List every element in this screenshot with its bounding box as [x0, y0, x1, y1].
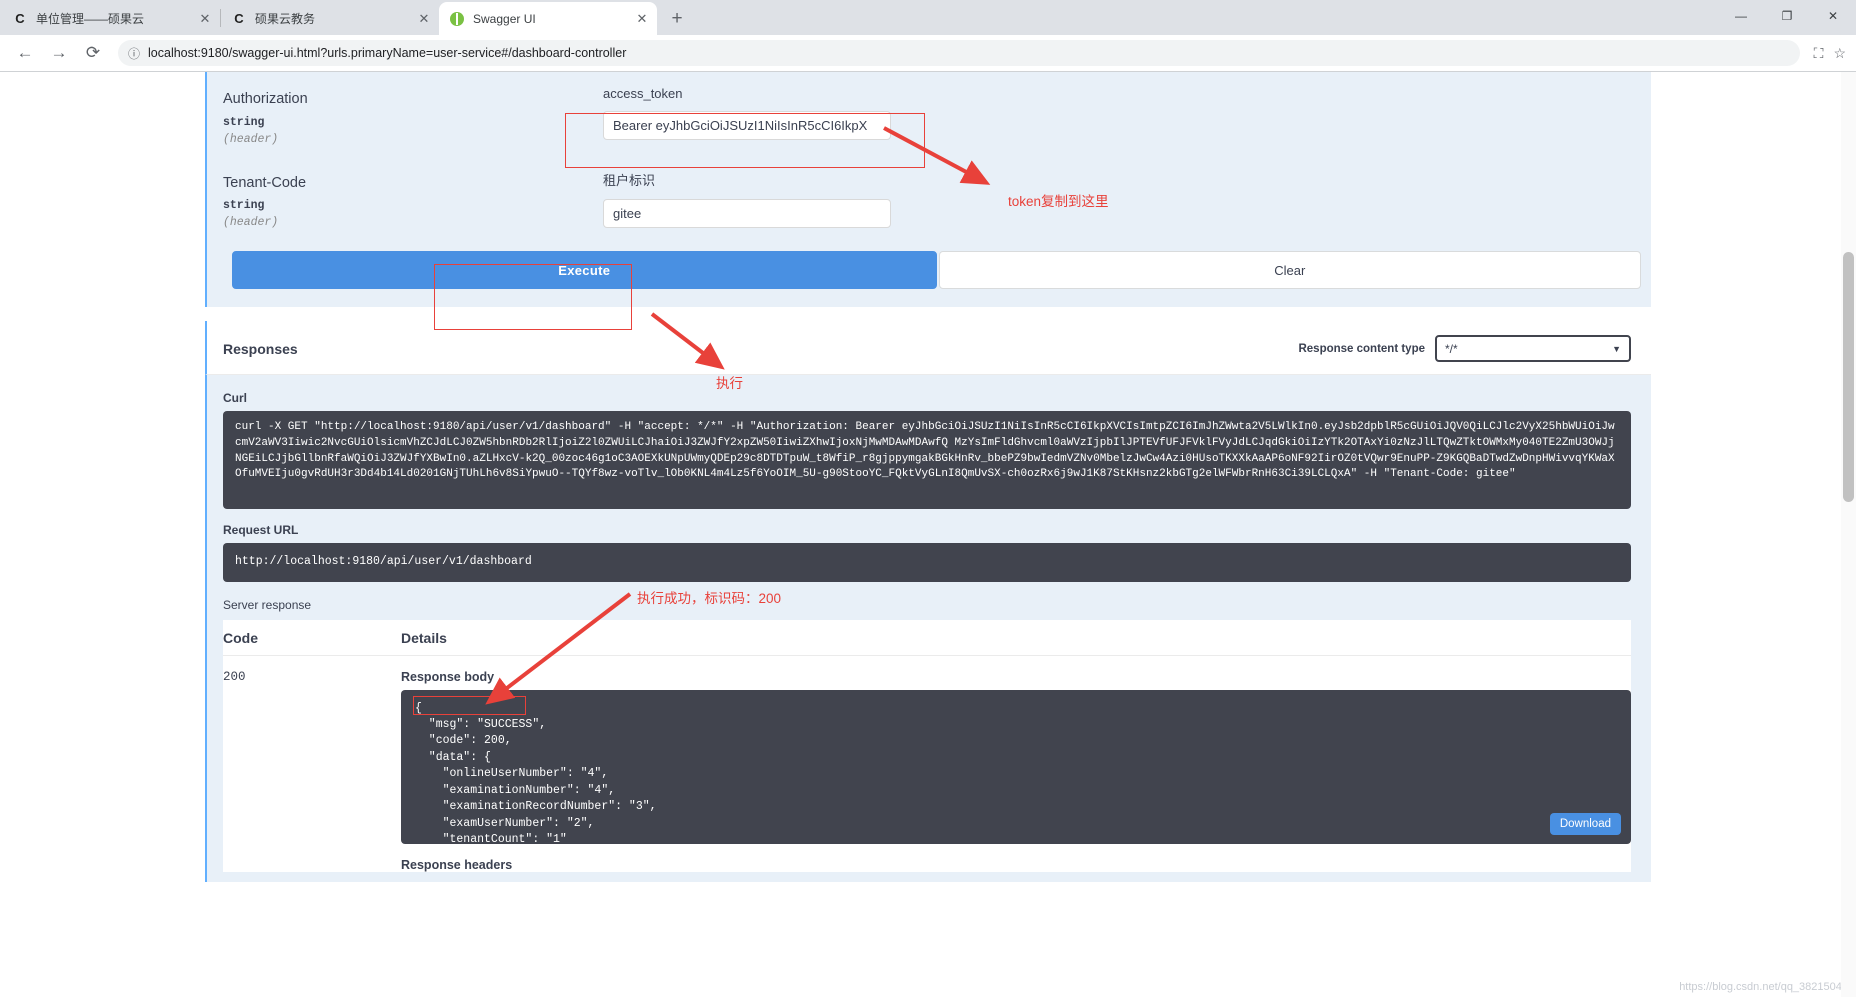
page-scrollbar[interactable]	[1841, 72, 1856, 997]
swagger-green-icon	[449, 11, 465, 27]
clear-button[interactable]: Clear	[938, 251, 1641, 290]
swagger-page: Authorization string (header) access_tok…	[0, 72, 1856, 997]
chevron-down-icon: ▼	[1612, 343, 1621, 354]
window-controls: — ❐ ✕	[1718, 0, 1856, 32]
parameter-meta: Authorization string (header)	[223, 84, 603, 146]
responses-header: Responses Response content type */* ▼	[205, 321, 1651, 376]
address-bar[interactable]: ⓘ localhost:9180/swagger-ui.html?urls.pr…	[118, 40, 1800, 66]
parameter-row-authorization: Authorization string (header) access_tok…	[223, 84, 1631, 150]
responses-title: Responses	[223, 340, 298, 357]
star-icon[interactable]: ☆	[1833, 45, 1846, 62]
close-icon[interactable]: ✕	[633, 10, 651, 28]
back-icon[interactable]: ←	[10, 38, 40, 68]
translate-icon[interactable]: ⛶	[1814, 45, 1824, 62]
authorization-input[interactable]	[603, 111, 891, 140]
browser-toolbar: ← → ⟳ ⓘ localhost:9180/swagger-ui.html?u…	[0, 35, 1856, 72]
parameter-name: Tenant-Code	[223, 174, 307, 191]
annotation-label-execute: 执行	[716, 376, 743, 391]
tenant-code-input[interactable]	[603, 198, 891, 228]
parameter-description: 租户标识	[603, 172, 656, 188]
parameter-location: (header)	[223, 216, 279, 230]
parameter-description: access_token	[603, 86, 683, 101]
reload-icon[interactable]: ⟳	[78, 38, 108, 68]
forward-icon[interactable]: →	[44, 38, 74, 68]
minimize-icon[interactable]: —	[1718, 0, 1764, 32]
curl-codeblock: curl -X GET "http://localhost:9180/api/u…	[223, 411, 1631, 510]
response-content-type-select[interactable]: */* ▼	[1435, 335, 1631, 363]
curl-label: Curl	[223, 391, 247, 406]
close-icon[interactable]: ✕	[196, 10, 214, 28]
new-tab-button[interactable]: +	[663, 5, 691, 33]
column-header-code: Code	[223, 629, 258, 646]
response-body-block: { "msg": "SUCCESS", "code": 200, "data":…	[401, 689, 1631, 844]
screenshot-root: C 单位管理——硕果云 ✕ C 硕果云教务 ✕ Swagger UI ✕ + —…	[0, 0, 1856, 998]
response-details-cell: Response body { "msg": "SUCCESS", "code"…	[401, 670, 1631, 872]
column-header-details: Details	[401, 629, 447, 646]
server-response-table: Code Details 200 Response body { "msg": …	[223, 619, 1631, 872]
execute-button[interactable]: Execute	[232, 251, 937, 290]
scrollbar-thumb[interactable]	[1843, 252, 1854, 502]
parameter-type: string	[223, 199, 265, 213]
request-url-section: Request URL http://localhost:9180/api/us…	[223, 523, 1631, 582]
browser-tab-3[interactable]: Swagger UI ✕	[439, 2, 657, 35]
info-circle-icon[interactable]: ⓘ	[128, 45, 140, 62]
response-code-cell: 200	[223, 669, 246, 684]
parameter-name: Authorization	[223, 91, 308, 107]
download-button[interactable]: Download	[1549, 812, 1621, 835]
chrome-c-icon: C	[234, 11, 244, 26]
server-response-label: Server response	[223, 597, 312, 612]
maximize-icon[interactable]: ❐	[1764, 0, 1810, 32]
parameter-control: 租户标识	[603, 168, 1631, 230]
browser-tab-1[interactable]: C 单位管理——硕果云 ✕	[2, 2, 220, 35]
table-row: 200 Response body { "msg": "SUCCESS", "c…	[223, 656, 1631, 872]
response-body-codeblock: { "msg": "SUCCESS", "code": 200, "data":…	[401, 689, 1631, 844]
parameter-location: (header)	[223, 132, 279, 146]
parameter-control: access_token	[603, 84, 1631, 146]
request-url-label: Request URL	[223, 523, 299, 538]
browser-tab-bar: C 单位管理——硕果云 ✕ C 硕果云教务 ✕ Swagger UI ✕ + —…	[0, 0, 1856, 35]
response-content-type-label: Response content type	[1298, 342, 1425, 355]
operation-block: Authorization string (header) access_tok…	[205, 72, 1651, 308]
responses-body: Curl curl -X GET "http://localhost:9180/…	[205, 375, 1651, 882]
browser-tab-3-title: Swagger UI	[473, 11, 536, 26]
watermark: https://blog.csdn.net/qq_38215041	[1679, 981, 1848, 993]
toolbar-extras: ⛶ ☆	[1814, 45, 1846, 62]
request-url-codeblock: http://localhost:9180/api/user/v1/dashbo…	[223, 543, 1631, 582]
close-window-icon[interactable]: ✕	[1810, 0, 1856, 32]
browser-tab-1-title: 单位管理——硕果云	[36, 12, 145, 26]
chrome-c-icon: C	[15, 11, 25, 26]
table-header-row: Code Details	[223, 620, 1631, 656]
parameter-row-tenant-code: Tenant-Code string (header) 租户标识	[223, 168, 1631, 234]
browser-tab-2[interactable]: C 硕果云教务 ✕	[221, 2, 439, 35]
annotation-label-success: 执行成功，标识码：200	[637, 591, 782, 606]
browser-tab-2-title: 硕果云教务	[255, 12, 316, 26]
response-headers-label: Response headers	[401, 857, 513, 872]
response-content-type-value: */*	[1445, 341, 1458, 356]
parameters-section: Authorization string (header) access_tok…	[207, 72, 1651, 233]
parameter-meta: Tenant-Code string (header)	[223, 168, 603, 230]
close-icon[interactable]: ✕	[415, 10, 433, 28]
parameter-type: string	[223, 115, 265, 129]
response-content-type-group: Response content type */* ▼	[1298, 335, 1631, 363]
action-buttons: Execute Clear	[207, 251, 1651, 290]
response-body-label: Response body	[401, 669, 495, 684]
annotation-label-token: token复制到这里	[1008, 194, 1109, 209]
address-bar-url: localhost:9180/swagger-ui.html?urls.prim…	[148, 46, 627, 60]
